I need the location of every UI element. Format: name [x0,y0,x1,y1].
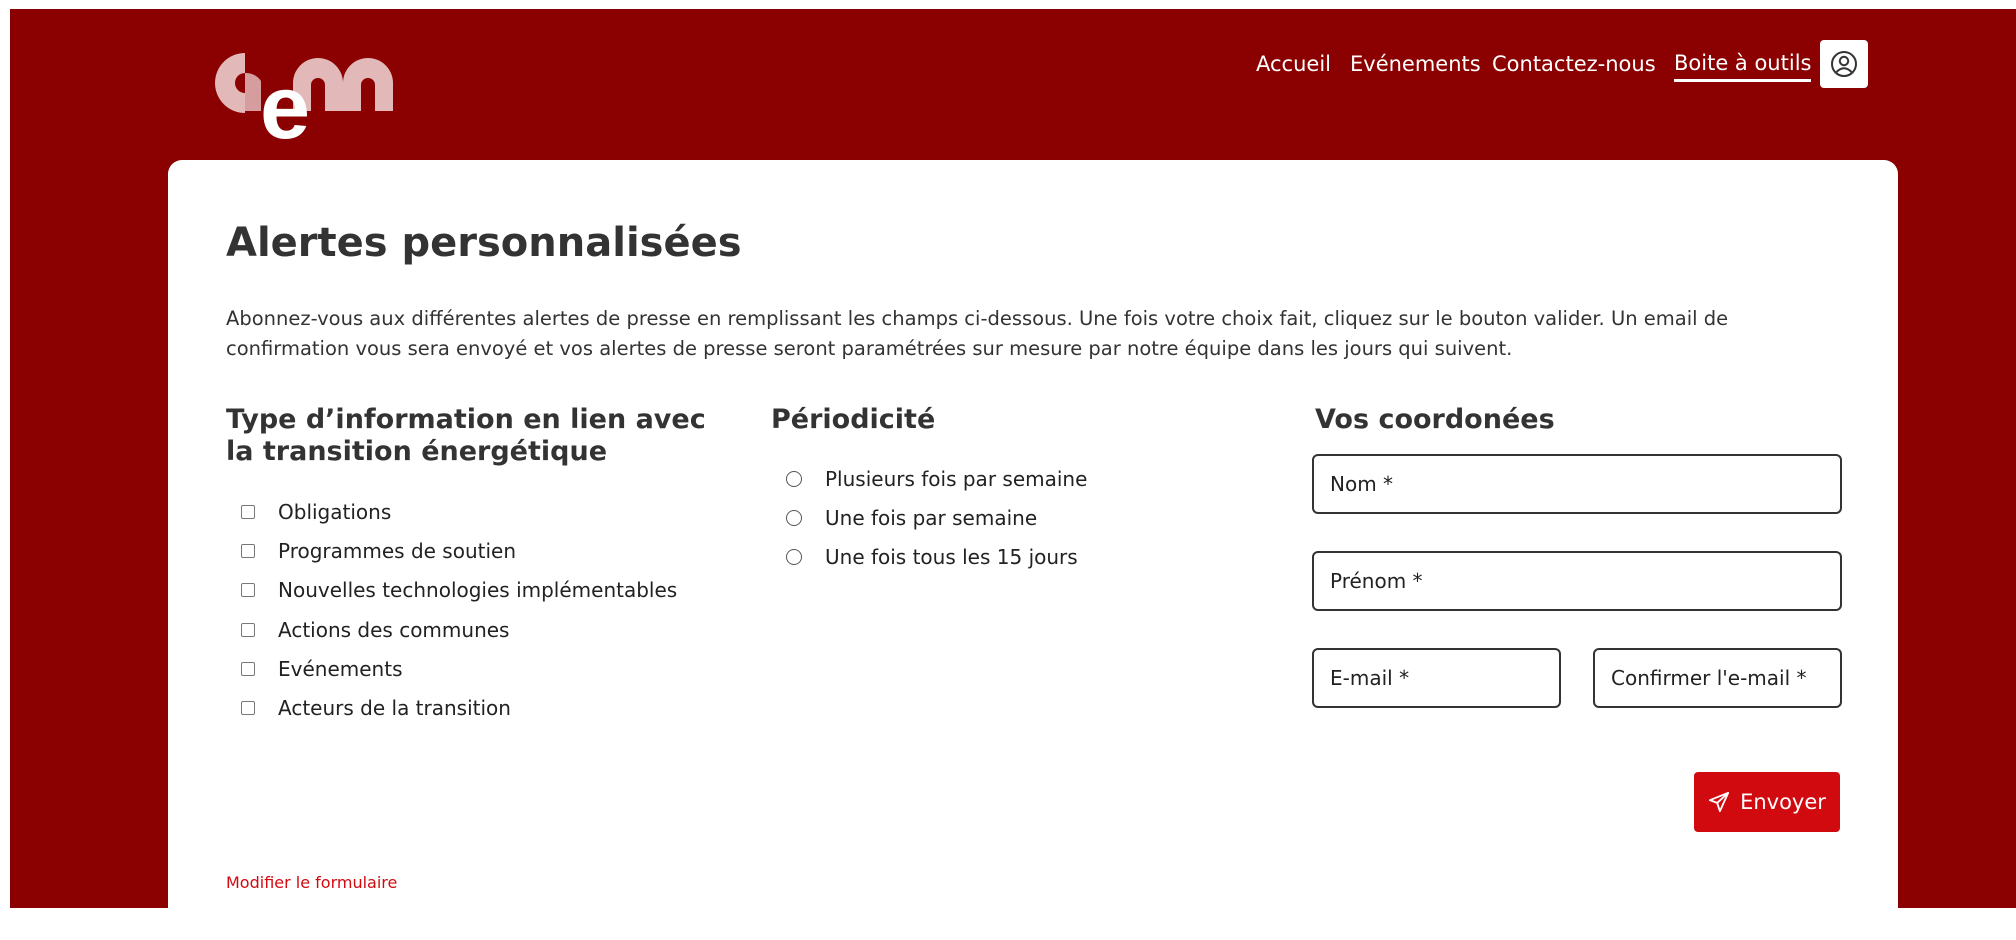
confirm-email-field[interactable] [1593,648,1842,708]
confirm-email-input[interactable] [1595,650,1840,706]
contact-title: Vos coordonées [1315,404,1555,435]
checkbox-nouvelles-technologies[interactable]: Nouvelles technologies implémentables [241,575,677,605]
paper-plane-icon [1708,791,1730,813]
prenom-field[interactable] [1312,551,1842,611]
radio-une-fois-par-semaine[interactable]: Une fois par semaine [786,503,1037,533]
checkbox-label: Evénements [278,657,403,681]
checkbox-box[interactable] [241,701,255,715]
email-field[interactable] [1312,648,1561,708]
envoyer-button[interactable]: Envoyer [1694,772,1840,832]
cem-logo[interactable]: cem e [185,45,410,145]
checkbox-label: Acteurs de la transition [278,696,511,720]
checkbox-acteurs-de-la-transition[interactable]: Acteurs de la transition [241,693,511,723]
checkbox-label: Obligations [278,500,392,524]
prenom-input[interactable] [1314,553,1840,609]
envoyer-label: Envoyer [1740,790,1826,814]
checkbox-actions-des-communes[interactable]: Actions des communes [241,615,509,645]
intro-text: Abonnez-vous aux différentes alertes de … [226,307,1729,360]
form-card: Alertes personnalisées Abonnez-vous aux … [168,160,1898,940]
radio-label: Une fois par semaine [825,506,1038,530]
nav-contactez-nous[interactable]: Contactez-nous [1492,48,1656,80]
svg-text:e: e [260,58,310,145]
checkbox-programmes-de-soutien[interactable]: Programmes de soutien [241,536,516,566]
checkbox-obligations[interactable]: Obligations [241,497,391,527]
checkbox-box[interactable] [241,583,255,597]
checkbox-label: Programmes de soutien [278,539,517,563]
checkbox-label: Nouvelles technologies implémentables [278,578,678,602]
nom-input[interactable] [1314,456,1840,512]
periodicity-title: Périodicité [771,404,936,435]
user-account-button[interactable] [1820,40,1868,88]
info-type-title: Type d’information en lien avec la trans… [226,404,706,467]
radio-label: Plusieurs fois par semaine [825,467,1088,491]
radio-une-fois-tous-les-15-jours[interactable]: Une fois tous les 15 jours [786,542,1078,572]
checkbox-label: Actions des communes [278,618,510,642]
modify-form-link[interactable]: Modifier le formulaire [226,873,397,892]
page-background: cem e Accueil Evénements Contactez-nous … [10,9,2016,940]
nav-accueil[interactable]: Accueil [1256,48,1331,80]
checkbox-box[interactable] [241,623,255,637]
radio-plusieurs-fois-par-semaine[interactable]: Plusieurs fois par semaine [786,464,1087,494]
checkbox-evenements[interactable]: Evénements [241,654,402,684]
nav-boite-a-outils[interactable]: Boite à outils [1674,47,1812,82]
radio-circle[interactable] [786,549,802,565]
radio-label: Une fois tous les 15 jours [825,545,1078,569]
checkbox-box[interactable] [241,544,255,558]
user-circle-icon [1831,51,1857,77]
nav-evenements[interactable]: Evénements [1350,48,1481,80]
checkbox-box[interactable] [241,505,255,519]
radio-circle[interactable] [786,471,802,487]
page-title: Alertes personnalisées [226,220,742,266]
nom-field[interactable] [1312,454,1842,514]
checkbox-box[interactable] [241,662,255,676]
radio-circle[interactable] [786,510,802,526]
email-input[interactable] [1314,650,1559,706]
